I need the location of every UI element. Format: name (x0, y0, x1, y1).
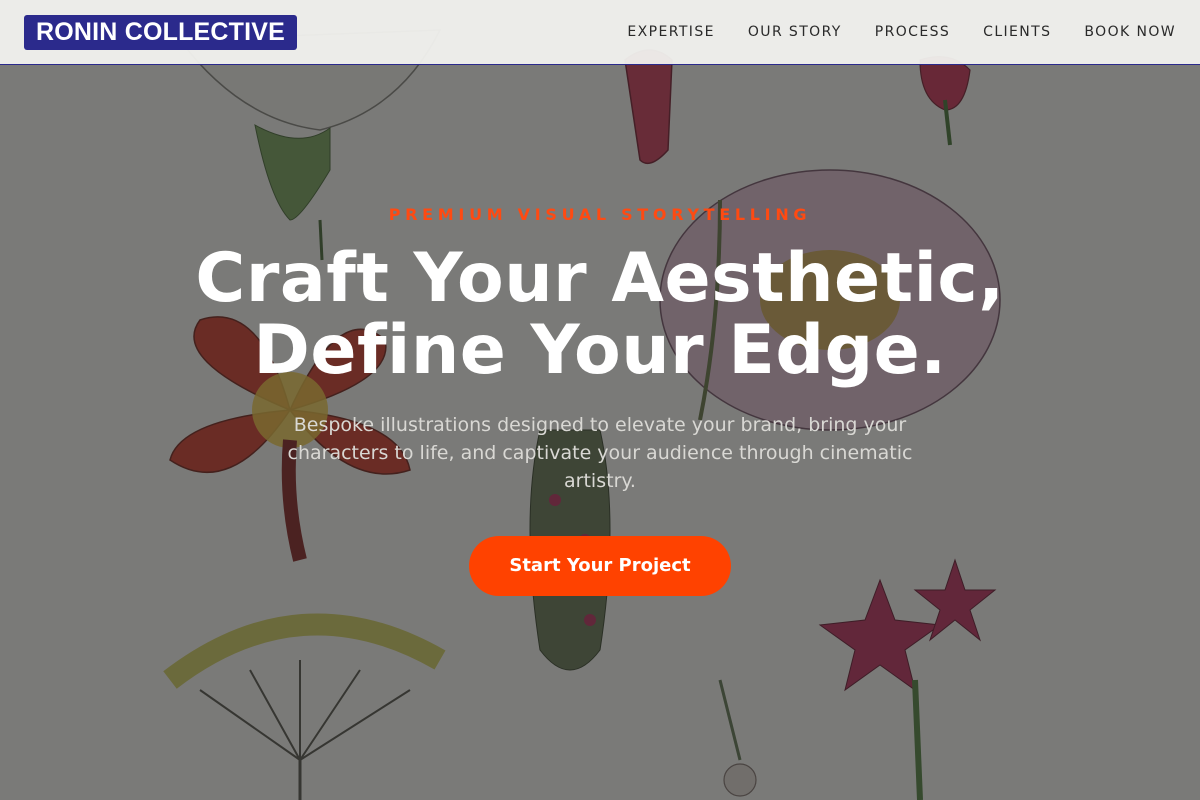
top-nav-bar: RONIN COLLECTIVE EXPERTISE OUR STORY PRO… (0, 0, 1200, 65)
nav-link-our-story[interactable]: OUR STORY (748, 24, 842, 40)
hero-section: PREMIUM VISUAL STORYTELLING Craft Your A… (0, 65, 1200, 800)
nav-link-clients[interactable]: CLIENTS (983, 24, 1051, 40)
hero-headline: Craft Your Aesthetic, Define Your Edge. (0, 243, 1200, 387)
nav-link-expertise[interactable]: EXPERTISE (627, 24, 714, 40)
nav-link-book-now[interactable]: BOOK NOW (1084, 24, 1176, 40)
hero-subtitle: Bespoke illustrations designed to elevat… (287, 414, 913, 492)
hero-eyebrow: PREMIUM VISUAL STORYTELLING (388, 205, 812, 224)
nav-links: EXPERTISE OUR STORY PROCESS CLIENTS BOOK… (594, 24, 1176, 40)
nav-link-process[interactable]: PROCESS (875, 24, 950, 40)
brand-logo[interactable]: RONIN COLLECTIVE (24, 14, 298, 50)
start-project-button[interactable]: Start Your Project (469, 536, 731, 596)
hero-headline-line-2: Define Your Edge. (253, 311, 947, 390)
hero-headline-line-1: Craft Your Aesthetic, (195, 239, 1005, 318)
